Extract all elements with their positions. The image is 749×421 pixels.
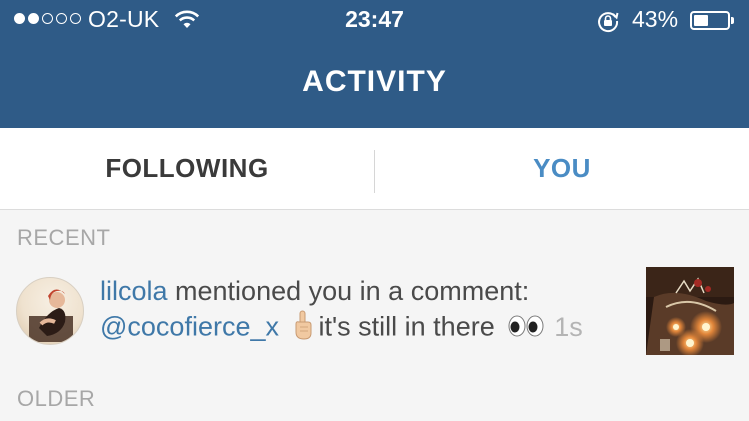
- battery-tip: [731, 17, 734, 24]
- tab-you[interactable]: YOU: [375, 128, 749, 209]
- top-bar: O2-UK 23:47 43% ACTIVITY: [0, 0, 749, 128]
- notification-text: lilcola mentioned you in a comment:: [100, 276, 529, 307]
- section-header-recent: RECENT: [17, 225, 111, 250]
- notification-action: mentioned you in a comment:: [167, 276, 530, 306]
- post-thumbnail[interactable]: [646, 267, 734, 355]
- rotation-lock-icon: [596, 9, 620, 38]
- eyes-emoji: [508, 313, 544, 344]
- status-bar: O2-UK 23:47 43%: [0, 0, 749, 42]
- mention-link[interactable]: @cocofierce_x: [100, 312, 279, 342]
- notification-username[interactable]: lilcola: [100, 276, 168, 306]
- battery-level: [694, 15, 708, 26]
- notification-comment: @cocofierce_x it's still in there 1s: [100, 310, 583, 347]
- pointing-up-emoji: [293, 310, 313, 347]
- section-header-older: OLDER: [17, 386, 96, 411]
- comment-text: it's still in there: [318, 311, 495, 342]
- battery-percent: 43%: [632, 6, 679, 32]
- notification-timestamp: 1s: [554, 311, 583, 342]
- tab-following[interactable]: FOLLOWING: [0, 128, 374, 209]
- battery-icon: [690, 11, 730, 30]
- page-title: ACTIVITY: [302, 65, 447, 98]
- activity-tabs: FOLLOWING YOU: [0, 128, 749, 210]
- avatar[interactable]: [16, 277, 84, 345]
